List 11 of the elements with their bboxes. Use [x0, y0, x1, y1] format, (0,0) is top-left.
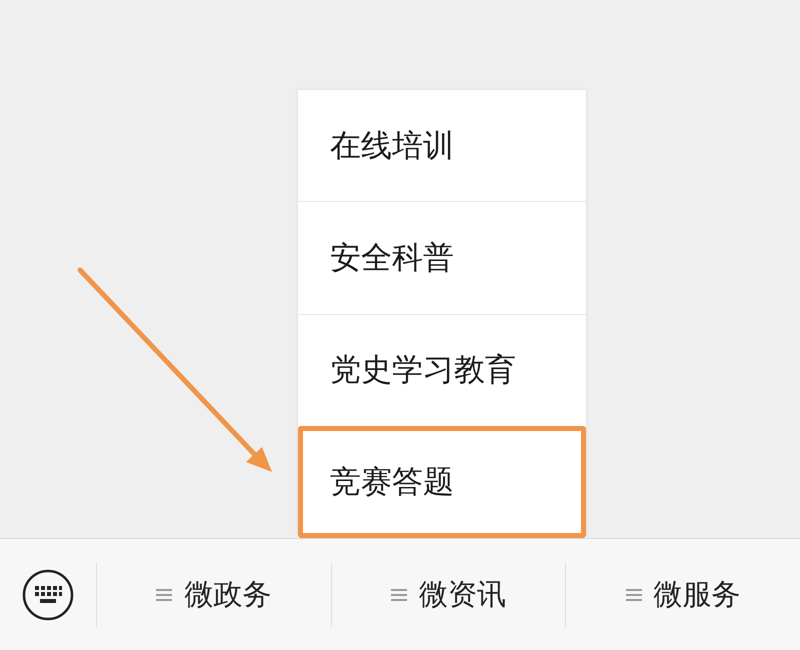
menu-tab[interactable]: 微资讯	[332, 539, 566, 650]
list-icon	[156, 588, 172, 602]
list-icon	[626, 588, 642, 602]
menu-item[interactable]: 在线培训	[298, 90, 586, 202]
menu-item[interactable]: 党史学习教育	[298, 314, 586, 426]
menu-tab[interactable]: 微政务	[97, 539, 331, 650]
menu-item[interactable]: 竞赛答题	[298, 426, 586, 538]
menu-item[interactable]: 安全科普	[298, 201, 586, 314]
keyboard-icon[interactable]	[22, 568, 74, 620]
menu-tab[interactable]: 微服务	[566, 539, 800, 650]
list-icon	[391, 588, 407, 602]
